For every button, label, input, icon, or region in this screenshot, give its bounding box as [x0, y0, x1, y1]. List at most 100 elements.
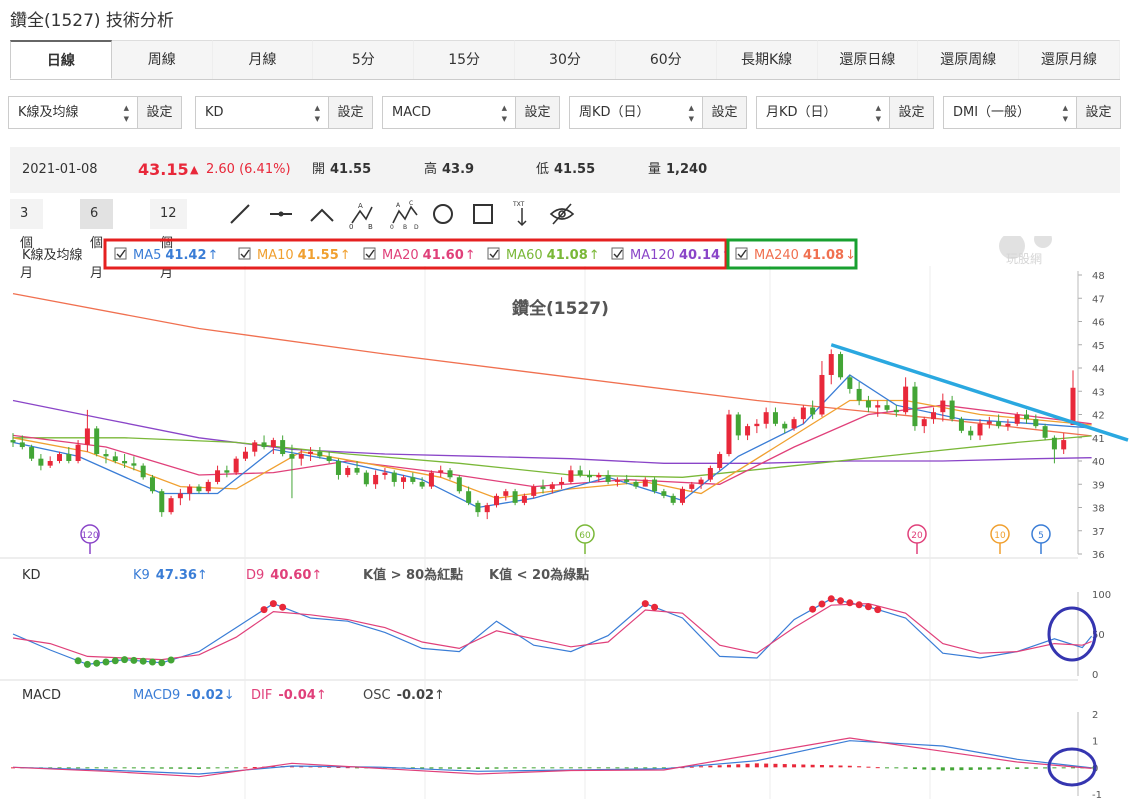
candle-body — [94, 428, 100, 455]
candle — [717, 451, 723, 471]
tab-1[interactable]: 周線 — [111, 40, 213, 79]
kd-annotation-circle — [1047, 606, 1097, 662]
k9-legend: K9 47.36↑ — [133, 568, 208, 583]
ma-value: 40.14 — [679, 248, 720, 263]
low-label: 低 — [536, 162, 550, 177]
candle-body — [456, 477, 462, 492]
osc-bar — [857, 766, 862, 768]
ma-legend-ma5[interactable]: MA5 41.42↑ — [114, 247, 218, 263]
candle-body — [940, 400, 946, 413]
angle-line-icon[interactable] — [307, 199, 337, 229]
osc-bar — [745, 763, 750, 768]
circle-tool-icon[interactable] — [428, 199, 458, 229]
indicator-select-value: K線及均線 — [18, 105, 79, 120]
ma-arrow: ↑ — [589, 248, 600, 263]
tab-2[interactable]: 月線 — [212, 40, 314, 79]
candle — [475, 500, 481, 517]
osc-bar — [996, 767, 1001, 770]
candle-body — [577, 470, 583, 475]
indicator-select-4[interactable]: 月KD（日） ▲ ▼ — [756, 96, 890, 129]
settings-button-2[interactable]: 設定 — [515, 96, 560, 129]
tab-3[interactable]: 5分 — [313, 40, 415, 79]
horizontal-line-icon[interactable] — [266, 199, 296, 229]
osc-value: -0.02 — [397, 688, 434, 703]
settings-button-1[interactable]: 設定 — [328, 96, 373, 129]
candle — [38, 454, 44, 471]
tab-4[interactable]: 15分 — [414, 40, 516, 79]
line-tool-icon[interactable] — [225, 199, 255, 229]
candle — [187, 484, 193, 501]
osc-bar — [131, 767, 136, 769]
tab-8[interactable]: 還原日線 — [817, 40, 919, 79]
osc-bar — [206, 767, 211, 769]
candle-body — [893, 409, 899, 413]
indicator-select-5[interactable]: DMI（一般） ▲ ▼ — [943, 96, 1077, 129]
osc-bar — [931, 767, 936, 771]
ma-legend-ma240[interactable]: MA240 41.08↓ — [735, 247, 856, 263]
ma-value: 41.60 — [423, 248, 464, 263]
ma-value: 41.42 — [165, 248, 206, 263]
candle-body — [586, 474, 592, 478]
candle-body — [698, 479, 704, 485]
rectangle-tool-icon[interactable] — [468, 199, 498, 229]
candle-body — [10, 440, 16, 443]
indicator-select-3[interactable]: 周KD（日） ▲ ▼ — [569, 96, 703, 129]
tab-10[interactable]: 還原月線 — [1019, 40, 1120, 79]
indicator-select-0[interactable]: K線及均線 ▲ ▼ — [8, 96, 138, 129]
ma-legend-ma20[interactable]: MA20 41.60↑ — [363, 247, 476, 263]
osc-bar — [838, 765, 843, 768]
indicator-select-2[interactable]: MACD ▲ ▼ — [382, 96, 516, 129]
technical-chart[interactable]: 48474645444342414039383736K線及均線 MA5 41.42↑… — [0, 236, 1134, 799]
candle-body — [903, 386, 909, 413]
range-button-0[interactable]: 3 個月 — [10, 199, 43, 281]
osc-bar — [950, 767, 955, 771]
ma-badge-5: 5 — [1031, 524, 1051, 554]
candle — [391, 470, 397, 487]
open-value: 41.55 — [330, 162, 372, 177]
svg-text:0: 0 — [349, 223, 353, 229]
ma-value: 41.08 — [547, 248, 588, 263]
candle-body — [717, 454, 723, 468]
range-button-2[interactable]: 12 個月 — [150, 199, 187, 281]
settings-button-4[interactable]: 設定 — [889, 96, 934, 129]
candle — [633, 479, 639, 489]
kd-red-dot — [809, 605, 817, 613]
candle-body — [549, 484, 555, 489]
abc-pattern-icon[interactable]: 0 A B — [348, 199, 378, 231]
tab-7[interactable]: 長期K線 — [716, 40, 818, 79]
badge-label: 10 — [994, 531, 1006, 541]
ma-legend-ma10[interactable]: MA10 41.55↑ — [238, 247, 351, 263]
candle — [838, 351, 844, 380]
d9-legend: D9 40.60↑ — [246, 568, 322, 583]
candle-body — [624, 479, 630, 482]
candle-body — [391, 472, 397, 482]
text-tool-icon[interactable]: TXT — [507, 199, 537, 229]
tab-9[interactable]: 還原周線 — [918, 40, 1020, 79]
range-button-1[interactable]: 6 個月 — [80, 199, 113, 281]
badge-label: 5 — [1038, 531, 1044, 541]
candle-body — [215, 470, 221, 482]
kd-green-dot — [139, 657, 147, 665]
osc-bar — [1052, 767, 1057, 769]
price-axis-label: 45 — [1092, 341, 1105, 352]
osc-bar — [494, 767, 499, 769]
kd-red-dot — [260, 606, 268, 614]
indicator-select-1[interactable]: KD ▲ ▼ — [195, 96, 329, 129]
ma-legend-ma120[interactable]: MA120 40.14↑ — [611, 247, 732, 263]
svg-text:D: D — [414, 224, 419, 229]
settings-button-0[interactable]: 設定 — [137, 96, 182, 129]
candle — [447, 467, 453, 480]
osc-bar — [503, 767, 508, 769]
tab-5[interactable]: 30分 — [515, 40, 616, 79]
watermark-text: 玩股網 — [1006, 252, 1042, 266]
abcd-pattern-icon[interactable]: 0 A B C D — [390, 199, 420, 231]
tab-0[interactable]: 日線 — [10, 40, 112, 79]
ma-legend-ma60[interactable]: MA60 41.08↑ — [487, 247, 600, 263]
candle-body — [270, 440, 276, 448]
settings-button-5[interactable]: 設定 — [1076, 96, 1121, 129]
tab-6[interactable]: 60分 — [615, 40, 717, 79]
settings-button-3[interactable]: 設定 — [702, 96, 747, 129]
osc-bar — [457, 767, 462, 769]
candle — [865, 395, 871, 413]
hide-eye-icon[interactable] — [547, 199, 577, 229]
